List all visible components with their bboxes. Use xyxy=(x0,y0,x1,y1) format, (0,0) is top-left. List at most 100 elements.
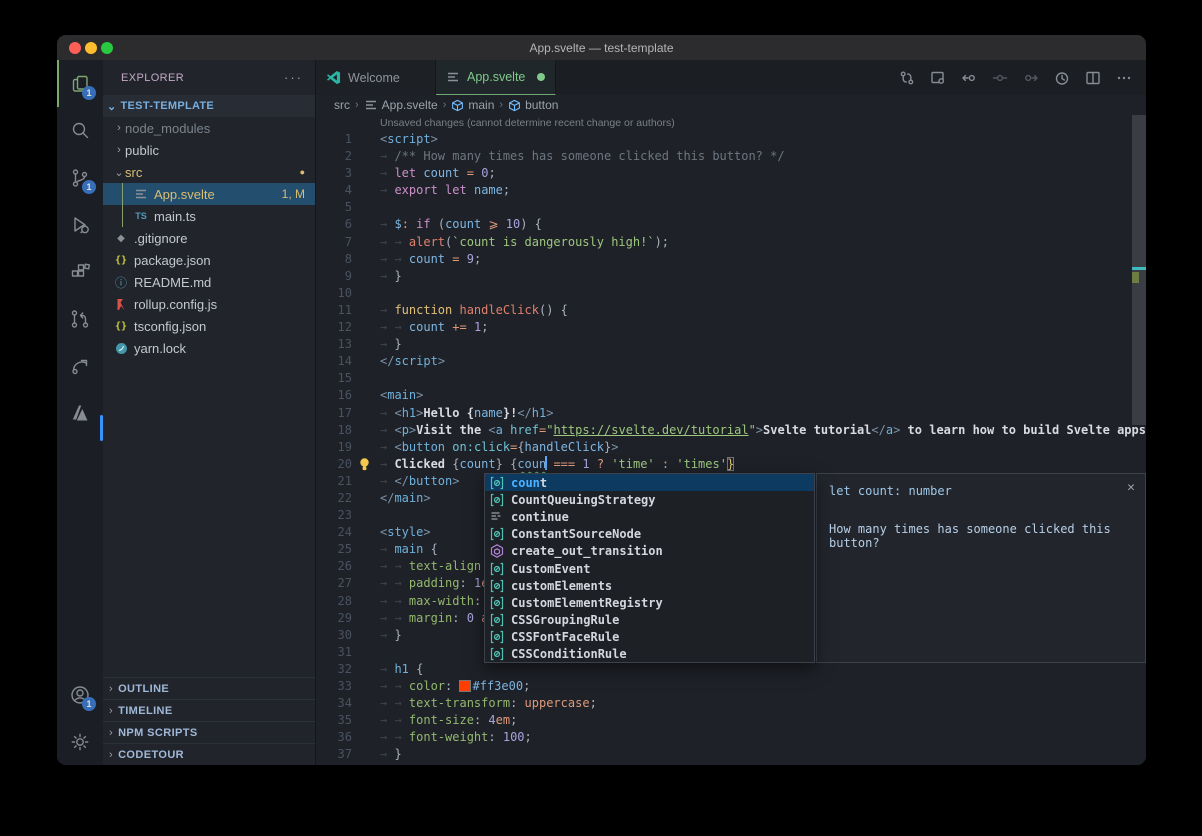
code-line[interactable]: 35→ → font-size: 4em; xyxy=(316,712,1146,729)
breadcrumb-button[interactable]: button xyxy=(508,98,558,112)
tree-item-package-json[interactable]: {}package.json xyxy=(103,249,315,271)
section-npm-scripts[interactable]: ›NPM SCRIPTS xyxy=(103,721,315,743)
suggestion-customevent[interactable]: CustomEvent xyxy=(485,560,814,577)
line-number[interactable]: 2 xyxy=(316,148,352,165)
tree-root-folder[interactable]: ⌄ TEST-TEMPLATE xyxy=(103,95,315,117)
explorer-icon[interactable]: 1 xyxy=(57,60,103,107)
tree-item-tsconfig-json[interactable]: {}tsconfig.json xyxy=(103,315,315,337)
code-line[interactable]: 11→ function handleClick() { xyxy=(316,302,1146,319)
tree-item-rollup-config-js[interactable]: rollup.config.js xyxy=(103,293,315,315)
suggestion-countqueuingstrategy[interactable]: CountQueuingStrategy xyxy=(485,491,814,508)
breadcrumb-src[interactable]: src xyxy=(334,98,350,112)
line-number[interactable]: 31 xyxy=(316,644,352,661)
breadcrumb-app-svelte[interactable]: App.svelte xyxy=(364,98,438,112)
line-number[interactable]: 33 xyxy=(316,678,352,695)
suggestion-count[interactable]: count xyxy=(485,474,814,491)
open-preview-icon[interactable] xyxy=(930,70,946,86)
line-number[interactable]: 12 xyxy=(316,319,352,336)
code-line[interactable]: 20→ Clicked {count} {coun === 1 ? 'time'… xyxy=(316,456,1146,473)
tab-welcome[interactable]: Welcome xyxy=(316,60,436,95)
settings-gear-icon[interactable] xyxy=(57,718,103,765)
account-icon[interactable]: 1 xyxy=(57,671,103,718)
line-number[interactable]: 15 xyxy=(316,370,352,387)
code-line[interactable]: 34→ → text-transform: uppercase; xyxy=(316,695,1146,712)
code-line[interactable]: 14</script> xyxy=(316,353,1146,370)
line-number[interactable]: 11 xyxy=(316,302,352,319)
line-number[interactable]: 8 xyxy=(316,251,352,268)
line-number[interactable]: 34 xyxy=(316,695,352,712)
line-number[interactable]: 4 xyxy=(316,182,352,199)
line-number[interactable]: 27 xyxy=(316,575,352,592)
suggestion-cssconditionrule[interactable]: CSSConditionRule xyxy=(485,646,814,663)
code-line[interactable]: 5 xyxy=(316,199,1146,216)
tree-item-yarn-lock[interactable]: yarn.lock xyxy=(103,337,315,359)
code-line[interactable]: 37→ } xyxy=(316,746,1146,763)
code-line[interactable]: 4→ export let name; xyxy=(316,182,1146,199)
suggestion-constantsourcenode[interactable]: ConstantSourceNode xyxy=(485,526,814,543)
suggestion-create_out_transition[interactable]: create_out_transition xyxy=(485,543,814,560)
code-line[interactable]: 1<script> xyxy=(316,131,1146,148)
tree-item-app-svelte[interactable]: App.svelte1, M xyxy=(103,183,315,205)
line-number[interactable]: 24 xyxy=(316,524,352,541)
zoom-window-button[interactable] xyxy=(101,42,113,54)
current-change-icon[interactable] xyxy=(992,70,1008,86)
explorer-more-actions-icon[interactable]: ··· xyxy=(284,70,303,85)
tree-item-public[interactable]: ›public xyxy=(103,139,315,161)
lightbulb-icon[interactable] xyxy=(358,457,371,472)
line-number[interactable]: 1 xyxy=(316,131,352,148)
suggestion-continue[interactable]: continue xyxy=(485,508,814,525)
code-line[interactable]: 36→ → font-weight: 100; xyxy=(316,729,1146,746)
source-control-icon[interactable]: 1 xyxy=(57,154,103,201)
run-debug-icon[interactable] xyxy=(57,201,103,248)
more-actions-icon[interactable] xyxy=(1116,70,1132,86)
suggestion-cssgroupingrule[interactable]: CSSGroupingRule xyxy=(485,612,814,629)
line-number[interactable]: 7 xyxy=(316,234,352,251)
azure-icon[interactable] xyxy=(57,389,103,436)
live-share-icon[interactable] xyxy=(57,342,103,389)
tab-app-svelte[interactable]: App.svelte xyxy=(436,60,556,95)
line-number[interactable]: 29 xyxy=(316,610,352,627)
search-icon[interactable] xyxy=(57,107,103,154)
line-number[interactable]: 16 xyxy=(316,387,352,404)
code-line[interactable]: 18→ <p>Visit the <a href="https://svelte… xyxy=(316,422,1146,439)
line-number[interactable]: 30 xyxy=(316,627,352,644)
file-history-icon[interactable] xyxy=(1054,70,1070,86)
line-number[interactable]: 21 xyxy=(316,473,352,490)
line-number[interactable]: 14 xyxy=(316,353,352,370)
line-number[interactable]: 23 xyxy=(316,507,352,524)
line-number[interactable]: 18 xyxy=(316,422,352,439)
line-number[interactable]: 3 xyxy=(316,165,352,182)
tree-item-readme-md[interactable]: ⓘREADME.md xyxy=(103,271,315,293)
gitlens-blame-annotation[interactable]: Unsaved changes (cannot determine recent… xyxy=(316,115,1146,131)
code-line[interactable]: 2→ /** How many times has someone clicke… xyxy=(316,148,1146,165)
close-icon[interactable]: ✕ xyxy=(1127,480,1135,495)
code-line[interactable]: 7→ → alert(`count is dangerously high!`)… xyxy=(316,234,1146,251)
tree-item-node-modules[interactable]: ›node_modules xyxy=(103,117,315,139)
section-timeline[interactable]: ›TIMELINE xyxy=(103,699,315,721)
line-number[interactable]: 26 xyxy=(316,558,352,575)
code-line[interactable]: 16<main> xyxy=(316,387,1146,404)
code-editor[interactable]: Unsaved changes (cannot determine recent… xyxy=(316,115,1146,765)
line-number[interactable]: 9 xyxy=(316,268,352,285)
tree-item-main-ts[interactable]: TSmain.ts xyxy=(103,205,315,227)
code-line[interactable]: 8→ → count = 9; xyxy=(316,251,1146,268)
line-number[interactable]: 17 xyxy=(316,405,352,422)
code-line[interactable]: 6→ $: if (count ⩾ 10) { xyxy=(316,216,1146,233)
line-number[interactable]: 37 xyxy=(316,746,352,763)
suggestion-customelementregistry[interactable]: CustomElementRegistry xyxy=(485,594,814,611)
open-changes-icon[interactable] xyxy=(899,70,915,86)
section-outline[interactable]: ›OUTLINE xyxy=(103,677,315,699)
line-number[interactable]: 5 xyxy=(316,199,352,216)
tree-item-src[interactable]: ⌄src● xyxy=(103,161,315,183)
close-window-button[interactable] xyxy=(69,42,81,54)
minimize-window-button[interactable] xyxy=(85,42,97,54)
code-line[interactable]: 13→ } xyxy=(316,336,1146,353)
extensions-icon[interactable] xyxy=(57,248,103,295)
line-number[interactable]: 10 xyxy=(316,285,352,302)
code-line[interactable]: 32→ h1 { xyxy=(316,661,1146,678)
next-change-icon[interactable] xyxy=(1023,70,1039,86)
line-number[interactable]: 28 xyxy=(316,593,352,610)
code-line[interactable]: 3→ let count = 0; xyxy=(316,165,1146,182)
pull-request-icon[interactable] xyxy=(57,295,103,342)
line-number[interactable]: 13 xyxy=(316,336,352,353)
